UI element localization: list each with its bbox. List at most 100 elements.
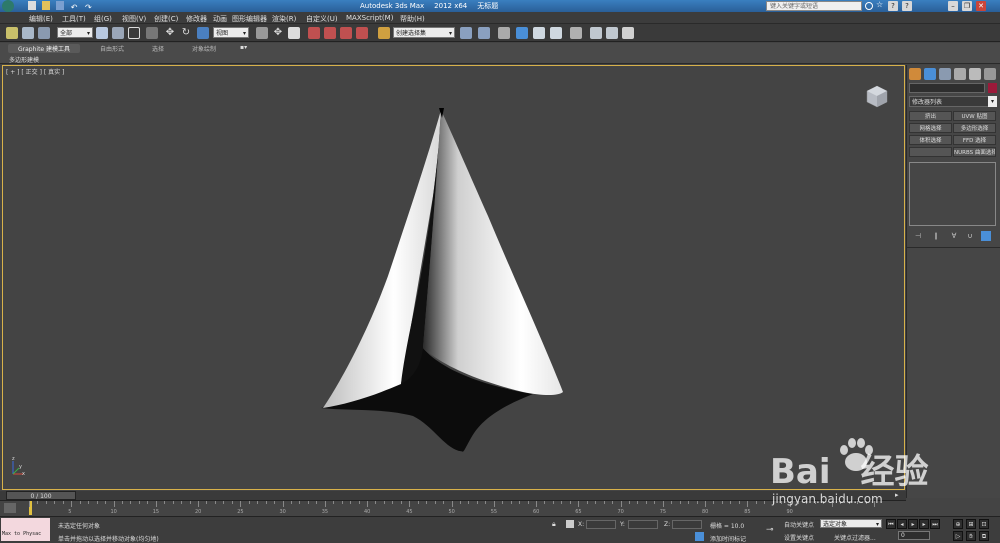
close-button[interactable]: ✕ <box>976 1 986 11</box>
add-time-tag-icon[interactable] <box>695 532 704 541</box>
configure-sets-icon[interactable] <box>981 231 991 241</box>
field-of-view-icon[interactable]: ▷ <box>953 531 963 541</box>
motion-tab-icon[interactable] <box>954 68 966 80</box>
next-frame-icon[interactable]: ▸ <box>919 519 929 529</box>
maxscript-listener[interactable]: Max to Physac <box>1 518 50 541</box>
menu-edit[interactable]: 编辑(E) <box>29 14 53 24</box>
layer-manager-icon[interactable] <box>498 27 510 39</box>
percent-snap-icon[interactable] <box>340 27 352 39</box>
named-selection-dropdown[interactable]: 创建选择集 <box>393 27 455 39</box>
link-icon[interactable] <box>6 27 18 39</box>
rendered-frame-window-icon[interactable] <box>606 27 618 39</box>
render-setup-icon[interactable] <box>590 27 602 39</box>
new-file-icon[interactable] <box>28 1 36 10</box>
menu-graph-editors[interactable]: 图形编辑器 <box>232 14 267 24</box>
bind-space-warp-icon[interactable] <box>38 27 50 39</box>
maximize-viewport-icon[interactable]: ⧉ <box>979 531 989 541</box>
key-filters-button[interactable]: 关键点过滤器... <box>834 533 876 542</box>
modify-tab-icon[interactable] <box>924 68 936 80</box>
save-file-icon[interactable] <box>56 1 65 10</box>
ffd-select-button[interactable]: FFD 选择 <box>953 135 996 145</box>
align-icon[interactable] <box>478 27 490 39</box>
perspective-viewport[interactable]: [ + ] [ 正交 ] [ 真实 ] z y x <box>2 65 905 490</box>
zoom-all-icon[interactable]: ⊞ <box>966 519 976 529</box>
time-slider-knob[interactable]: 0 / 100 <box>6 491 76 500</box>
previous-frame-icon[interactable]: ◂ <box>897 519 907 529</box>
select-manipulate-icon[interactable]: ✥ <box>272 27 284 39</box>
search-icon[interactable] <box>865 2 873 10</box>
zoom-icon[interactable]: ⊕ <box>953 519 963 529</box>
x-coordinate-field[interactable] <box>586 520 616 529</box>
ribbon-options-icon[interactable]: ▪▾ <box>240 44 247 51</box>
select-by-name-icon[interactable] <box>112 27 124 39</box>
lock-selection-icon[interactable]: 🔒︎ <box>552 520 556 529</box>
y-coordinate-field[interactable] <box>628 520 658 529</box>
pan-icon[interactable]: ✋︎ <box>966 531 976 541</box>
empty-modifier-button[interactable] <box>909 147 952 157</box>
help-menu-button[interactable]: ? <box>902 1 912 11</box>
polygon-modeling-label[interactable]: 多边形建模 <box>9 55 39 64</box>
make-unique-icon[interactable]: ∀ <box>949 231 959 241</box>
help-button[interactable]: ? <box>888 1 898 11</box>
snaps-toggle-icon[interactable] <box>308 27 320 39</box>
object-color-swatch[interactable] <box>988 83 997 93</box>
add-time-tag[interactable]: 添加时间标记 <box>710 534 746 543</box>
menu-help[interactable]: 帮助(H) <box>400 14 425 24</box>
curve-editor-icon[interactable] <box>533 27 545 39</box>
z-coordinate-field[interactable] <box>672 520 702 529</box>
display-tab-icon[interactable] <box>969 68 981 80</box>
star-icon[interactable]: ☆ <box>876 0 883 9</box>
pivot-center-icon[interactable] <box>256 27 268 39</box>
rectangular-selection-icon[interactable] <box>128 27 140 39</box>
go-to-start-icon[interactable]: ⏮ <box>886 519 896 529</box>
graphite-toggle-icon[interactable] <box>516 27 528 39</box>
selected-objects-dropdown[interactable]: 选定对象 <box>820 519 882 529</box>
selection-filter-dropdown[interactable]: 全部 <box>57 27 93 39</box>
keyboard-shortcut-icon[interactable] <box>288 27 300 39</box>
menu-create[interactable]: 创建(C) <box>154 14 178 24</box>
render-production-icon[interactable] <box>622 27 634 39</box>
window-crossing-icon[interactable] <box>146 27 158 39</box>
go-to-end-icon[interactable]: ⏭ <box>930 519 940 529</box>
current-frame-field[interactable]: 0 <box>898 531 930 540</box>
tab-object-paint[interactable]: 对象绘制 <box>192 44 216 53</box>
schematic-view-icon[interactable] <box>550 27 562 39</box>
set-key-button[interactable]: 设置关键点 <box>784 533 814 542</box>
redo-icon[interactable]: ↷ <box>85 3 93 12</box>
menu-views[interactable]: 视图(V) <box>122 14 146 24</box>
help-search-input[interactable]: 键入关键字或短语 <box>766 1 862 11</box>
nurbs-surface-select-button[interactable]: NURBS 曲面选择 <box>953 147 996 157</box>
pin-stack-icon[interactable]: ⊣ <box>913 231 923 241</box>
mirror-icon[interactable] <box>460 27 472 39</box>
modifier-stack[interactable] <box>909 162 996 226</box>
remove-modifier-icon[interactable]: ∪ <box>965 231 975 241</box>
utilities-tab-icon[interactable] <box>984 68 996 80</box>
volume-select-button[interactable]: 体积选择 <box>909 135 952 145</box>
track-bar[interactable]: 5 10 15 20 25 30 35 40 45 50 55 60 65 70 75 80 85 90 <box>0 500 906 516</box>
show-end-result-icon[interactable]: ∥ <box>931 231 941 241</box>
spinner-snap-icon[interactable] <box>356 27 368 39</box>
extrude-button[interactable]: 挤出 <box>909 111 952 121</box>
minimize-button[interactable]: – <box>948 1 958 11</box>
undo-icon[interactable]: ↶ <box>71 3 79 12</box>
paper-airplane-model[interactable] <box>3 66 905 490</box>
tab-selection[interactable]: 选择 <box>152 44 164 53</box>
absolute-mode-icon[interactable] <box>566 520 574 528</box>
poly-select-button[interactable]: 多边形选择 <box>953 123 996 133</box>
modifier-list-dropdown[interactable]: 修改器列表 <box>909 96 996 107</box>
edit-named-selection-icon[interactable] <box>378 27 390 39</box>
hierarchy-tab-icon[interactable] <box>939 68 951 80</box>
track-bar-toggle-icon[interactable] <box>4 503 16 513</box>
menu-customize[interactable]: 自定义(U) <box>306 14 338 24</box>
mesh-select-button[interactable]: 网格选择 <box>909 123 952 133</box>
material-editor-icon[interactable] <box>570 27 582 39</box>
select-and-rotate-icon[interactable]: ↻ <box>180 27 192 39</box>
select-object-icon[interactable] <box>96 27 108 39</box>
menu-rendering[interactable]: 渲染(R) <box>272 14 296 24</box>
zoom-extents-icon[interactable]: ⊡ <box>979 519 989 529</box>
menu-group[interactable]: 组(G) <box>94 14 112 24</box>
menu-maxscript[interactable]: MAXScript(M) <box>346 14 393 22</box>
create-tab-icon[interactable] <box>909 68 921 80</box>
menu-animation[interactable]: 动画 <box>213 14 227 24</box>
auto-key-button[interactable]: 自动关键点 <box>784 520 814 529</box>
